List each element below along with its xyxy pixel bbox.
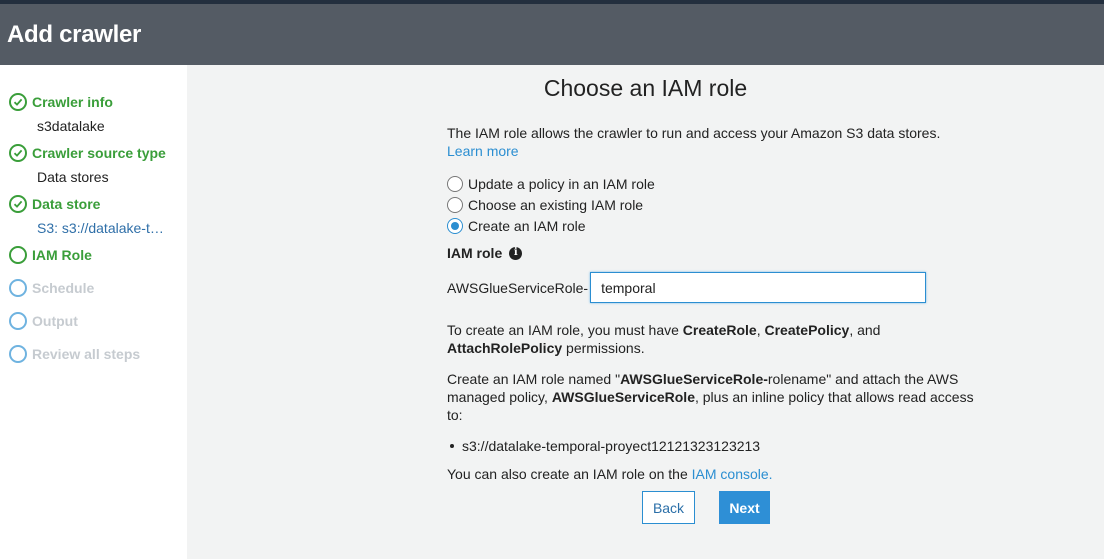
permissions-text: To create an IAM role, you must have Cre… — [447, 322, 881, 356]
console-text: You can also create an IAM role on the I… — [447, 466, 773, 482]
role-options: Update a policy in an IAM role Choose an… — [447, 173, 977, 236]
option-update-policy[interactable]: Update a policy in an IAM role — [447, 173, 977, 194]
option-label: Choose an existing IAM role — [468, 196, 644, 213]
step-value: Data stores — [37, 169, 109, 185]
option-choose-existing[interactable]: Choose an existing IAM role — [447, 194, 977, 215]
learn-more-link[interactable]: Learn more — [447, 143, 519, 159]
option-create-role[interactable]: Create an IAM role — [447, 215, 977, 236]
form-content: The IAM role allows the crawler to run a… — [447, 124, 977, 483]
step-label: Crawler info — [32, 94, 113, 110]
check-icon — [9, 195, 27, 213]
page-header: Add crawler — [0, 4, 1104, 65]
option-label: Create an IAM role — [468, 217, 586, 234]
info-icon[interactable]: i — [509, 246, 523, 260]
back-button[interactable]: Back — [642, 491, 695, 524]
page-title: Add crawler — [7, 21, 142, 48]
iam-console-link[interactable]: IAM console. — [692, 466, 773, 482]
main-panel: Choose an IAM role The IAM role allows t… — [187, 65, 1104, 559]
check-icon — [9, 93, 27, 111]
circle-icon — [9, 246, 27, 264]
iam-role-label: IAM role i — [447, 244, 977, 262]
step-data-store[interactable]: Data store — [9, 195, 100, 213]
step-output: Output — [9, 312, 78, 330]
step-label: Data store — [32, 196, 101, 212]
role-name-row: AWSGlueServiceRole- — [447, 272, 977, 303]
step-label: Output — [32, 313, 78, 329]
bucket-path: s3://datalake-temporal-proyect1212132312… — [462, 438, 761, 454]
step-label: Review all steps — [32, 346, 141, 362]
next-button[interactable]: Next — [719, 491, 770, 524]
radio-button-selected[interactable] — [447, 217, 463, 234]
step-label: IAM Role — [32, 247, 92, 263]
step-crawler-source-type[interactable]: Crawler source type — [9, 144, 166, 162]
step-iam-role[interactable]: IAM Role — [9, 246, 92, 264]
step-schedule: Schedule — [9, 279, 94, 297]
create-role-text: Create an IAM role named "AWSGlueService… — [447, 371, 974, 423]
step-label: Crawler source type — [32, 145, 166, 161]
radio-button[interactable] — [447, 196, 463, 213]
circle-icon — [9, 279, 27, 297]
circle-icon — [9, 345, 27, 363]
wizard-sidebar: Crawler info s3datalake Crawler source t… — [0, 65, 187, 559]
check-icon — [9, 144, 27, 162]
role-prefix: AWSGlueServiceRole- — [447, 279, 589, 296]
step-value-link[interactable]: S3: s3://datalake-temporal-proyect121213… — [37, 220, 169, 236]
section-title: Choose an IAM role — [543, 75, 748, 101]
circle-icon — [9, 312, 27, 330]
step-value: s3datalake — [37, 118, 105, 134]
step-review-all-steps: Review all steps — [9, 345, 140, 363]
step-crawler-info[interactable]: Crawler info — [9, 93, 113, 111]
option-label: Update a policy in an IAM role — [468, 175, 655, 192]
step-label: Schedule — [32, 280, 95, 296]
bucket-list-item: s3://datalake-temporal-proyect1212132312… — [447, 437, 977, 455]
radio-button[interactable] — [447, 175, 463, 192]
role-name-input[interactable] — [590, 272, 927, 303]
bullet-icon — [450, 444, 454, 448]
intro-text: The IAM role allows the crawler to run a… — [447, 125, 941, 159]
